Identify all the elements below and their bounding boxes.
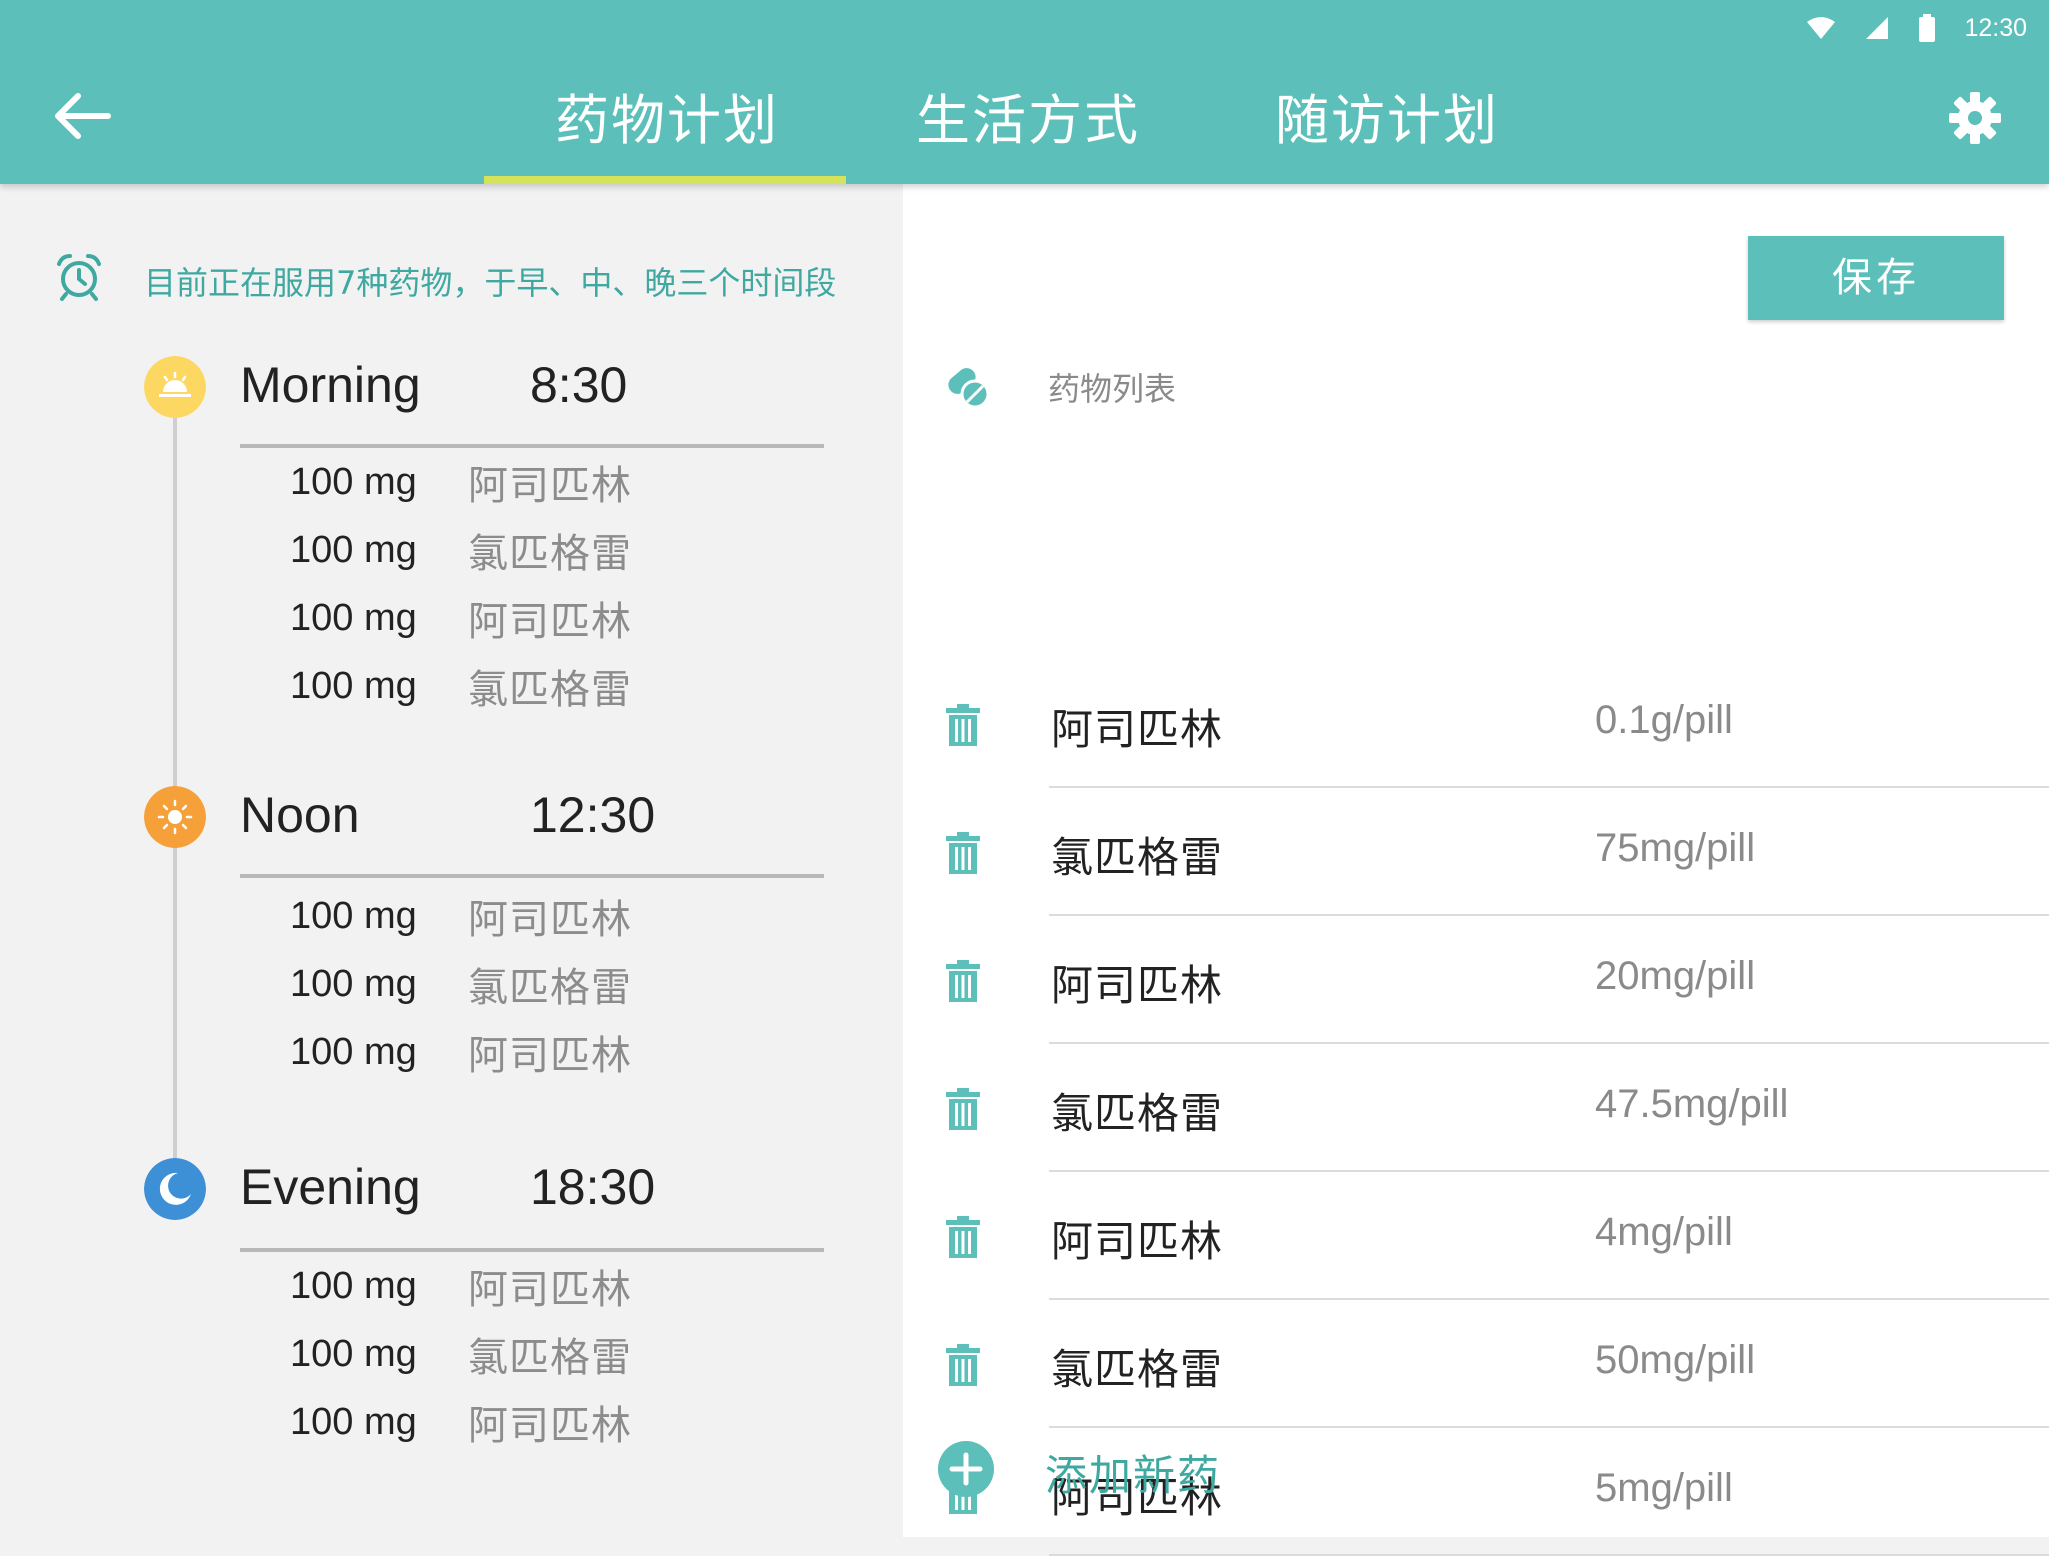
dose-row: 100 mg 阿司匹林: [290, 588, 632, 648]
medicine-dose: 4mg/pill: [1595, 1210, 1733, 1254]
dose-drug: 阿司匹林: [468, 463, 632, 509]
slot-divider: [240, 1248, 824, 1252]
app-bar: 12:30 药物计划 生活方式 随访计划: [0, 0, 2049, 184]
dose-row: 100 mg 阿司匹林: [290, 452, 632, 512]
gear-icon[interactable]: [1945, 88, 2005, 148]
medicine-name: 阿司匹林: [1051, 961, 1224, 1010]
dose-amount: 100 mg: [290, 1332, 417, 1375]
trash-icon[interactable]: [946, 832, 980, 874]
medicine-row: 阿司匹林 4mg/pill: [903, 1172, 2049, 1300]
dose-amount: 100 mg: [290, 664, 417, 707]
medicine-list-panel: 保存 药物列表 阿司匹林 0.1g/pill 氯匹格雷 75mg/pill 阿司…: [903, 184, 2049, 1556]
slot-divider: [240, 444, 824, 448]
dose-drug: 氯匹格雷: [468, 667, 632, 713]
dose-row: 100 mg 阿司匹林: [290, 1022, 632, 1082]
medicine-row: 氯匹格雷 47.5mg/pill: [903, 1044, 2049, 1172]
slot-name-noon: Noon: [240, 787, 360, 843]
tab-follow-up-plan[interactable]: 随访计划: [1275, 76, 1499, 155]
dose-drug: 阿司匹林: [468, 1403, 632, 1449]
dose-row: 100 mg 氯匹格雷: [290, 656, 632, 716]
dose-drug: 氯匹格雷: [468, 531, 632, 577]
medicine-row: 阿司匹林 20mg/pill: [903, 916, 2049, 1044]
pills-icon: [948, 368, 990, 409]
slot-name-morning: Morning: [240, 357, 421, 413]
trash-icon[interactable]: [946, 704, 980, 746]
medicine-name: 氯匹格雷: [1051, 1089, 1224, 1138]
tab-medication-plan[interactable]: 药物计划: [555, 76, 779, 155]
medicine-list-title: 药物列表: [1048, 370, 1177, 408]
medicine-name: 阿司匹林: [1051, 1217, 1224, 1266]
dose-amount: 100 mg: [290, 1264, 417, 1307]
save-button[interactable]: 保存: [1748, 236, 2004, 320]
dose-amount: 100 mg: [290, 1400, 417, 1443]
trash-icon[interactable]: [946, 960, 980, 1002]
medicine-dose: 50mg/pill: [1595, 1338, 1756, 1382]
moon-icon: [144, 1158, 206, 1220]
medication-summary: 目前正在服用7种药物，于早、中、晚三个时间段: [144, 264, 837, 302]
dose-row: 100 mg 氯匹格雷: [290, 520, 632, 580]
tab-lifestyle[interactable]: 生活方式: [916, 76, 1140, 155]
medicine-dose: 47.5mg/pill: [1595, 1082, 1789, 1126]
schedule-panel: 目前正在服用7种药物，于早、中、晚三个时间段 Morning 8:30 100 …: [0, 184, 903, 1537]
dose-amount: 100 mg: [290, 962, 417, 1005]
slot-name-evening: Evening: [240, 1159, 421, 1215]
wifi-icon: [1807, 17, 1836, 39]
dose-amount: 100 mg: [290, 1030, 417, 1073]
signal-icon: [1866, 17, 1889, 39]
battery-icon: [1919, 14, 1936, 42]
dose-amount: 100 mg: [290, 460, 417, 503]
trash-icon[interactable]: [946, 1344, 980, 1386]
slot-time-noon: 12:30: [530, 787, 656, 843]
back-arrow-icon[interactable]: [50, 90, 112, 142]
medicine-dose: 5mg/pill: [1595, 1466, 1733, 1510]
slot-time-evening: 18:30: [530, 1159, 656, 1215]
dose-drug: 阿司匹林: [468, 1033, 632, 1079]
medicine-dose: 0.1g/pill: [1595, 698, 1733, 742]
dose-amount: 100 mg: [290, 528, 417, 571]
status-bar: 12:30: [1806, 8, 2027, 48]
dose-row: 100 mg 氯匹格雷: [290, 1324, 632, 1384]
dose-amount: 100 mg: [290, 596, 417, 639]
medicine-dose: 75mg/pill: [1595, 826, 1756, 870]
medicine-dose: 20mg/pill: [1595, 954, 1756, 998]
dose-drug: 阿司匹林: [468, 897, 632, 943]
sun-icon: [144, 786, 206, 848]
medicine-row: 氯匹格雷 75mg/pill: [903, 788, 2049, 916]
medicine-name: 氯匹格雷: [1051, 1345, 1224, 1394]
dose-row: 100 mg 阿司匹林: [290, 1256, 632, 1316]
tab-indicator: [484, 176, 846, 184]
status-time: 12:30: [1964, 13, 2027, 42]
sunrise-icon: [144, 356, 206, 418]
medicine-name: 氯匹格雷: [1051, 833, 1224, 882]
dose-row: 100 mg 阿司匹林: [290, 1392, 632, 1452]
medicine-row: 阿司匹林 0.1g/pill: [903, 660, 2049, 788]
dose-row: 100 mg 阿司匹林: [290, 886, 632, 946]
add-medicine-button[interactable]: 添加新药: [1045, 1442, 1221, 1503]
add-circle-icon[interactable]: [937, 1440, 995, 1498]
dose-drug: 氯匹格雷: [468, 965, 632, 1011]
medicine-name: 阿司匹林: [1051, 705, 1224, 754]
medicine-row: 氯匹格雷 50mg/pill: [903, 1300, 2049, 1428]
trash-icon[interactable]: [946, 1216, 980, 1258]
slot-divider: [240, 874, 824, 878]
dose-amount: 100 mg: [290, 894, 417, 937]
alarm-clock-icon: [57, 254, 101, 301]
trash-icon[interactable]: [946, 1088, 980, 1130]
dose-drug: 阿司匹林: [468, 599, 632, 645]
slot-time-morning: 8:30: [530, 357, 628, 413]
dose-drug: 阿司匹林: [468, 1267, 632, 1313]
dose-row: 100 mg 氯匹格雷: [290, 954, 632, 1014]
dose-drug: 氯匹格雷: [468, 1335, 632, 1381]
